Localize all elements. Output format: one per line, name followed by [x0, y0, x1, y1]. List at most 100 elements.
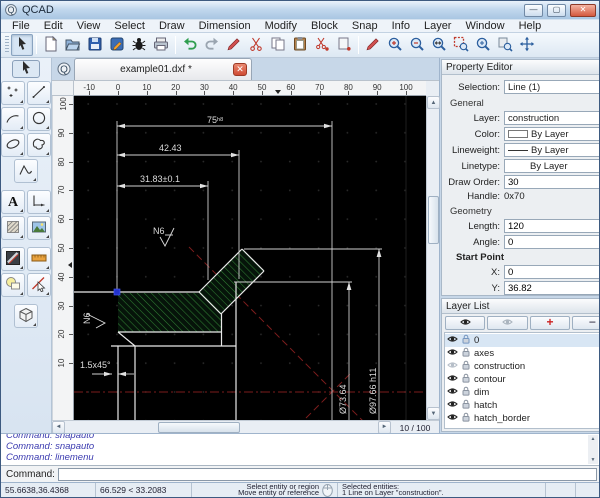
layer-row-0[interactable]: 0 — [445, 334, 599, 347]
command-input[interactable] — [57, 467, 597, 481]
remove-layer-button[interactable]: − — [572, 316, 599, 330]
paste-button[interactable] — [289, 34, 311, 56]
spline-tool-button[interactable] — [27, 133, 51, 157]
menu-snap[interactable]: Snap — [345, 20, 385, 33]
history-scrollbar[interactable]: ▲ ▼ — [588, 435, 598, 464]
ellipse-tool-button[interactable] — [1, 133, 25, 157]
lineweight-select[interactable]: By Layer — [504, 143, 599, 157]
pen-button[interactable] — [223, 34, 245, 56]
dimension-tool-button[interactable] — [27, 190, 51, 214]
redo-button[interactable] — [201, 34, 223, 56]
show-all-layers-button[interactable] — [445, 316, 486, 330]
menu-dimension[interactable]: Dimension — [192, 20, 258, 33]
scroll-down-icon[interactable]: ▼ — [591, 457, 596, 463]
start-y-input[interactable] — [504, 281, 599, 295]
layer-row-contour[interactable]: contour — [445, 373, 599, 386]
drawing-canvas[interactable]: 75h8 42.43 31.83±0.1 1.5x45° Ø73.64 Ø97.… — [74, 96, 426, 420]
menu-modify[interactable]: Modify — [258, 20, 304, 33]
new-file-button[interactable] — [40, 34, 62, 56]
zoom-out-alt-button[interactable] — [472, 34, 494, 56]
zoom-in-button[interactable] — [384, 34, 406, 56]
start-x-input[interactable] — [504, 265, 599, 279]
minimize-button[interactable]: — — [524, 3, 543, 17]
scroll-down-icon[interactable]: ▼ — [427, 407, 440, 420]
select-pointer-button[interactable] — [11, 34, 33, 56]
selected-point-marker[interactable] — [113, 288, 121, 296]
eye-icon[interactable] — [447, 347, 458, 360]
scroll-up-icon[interactable]: ▲ — [591, 436, 596, 442]
lock-icon[interactable] — [461, 334, 471, 347]
lock-icon[interactable] — [461, 412, 471, 425]
zoom-auto-button[interactable] — [428, 34, 450, 56]
select-pointer-tool[interactable] — [12, 60, 40, 78]
hatch-tool-button[interactable] — [1, 216, 25, 240]
layer-row-axes[interactable]: axes — [445, 347, 599, 360]
lock-icon[interactable] — [461, 360, 471, 373]
polyline-tool-button[interactable] — [14, 159, 38, 183]
maximize-button[interactable]: ▢ — [547, 3, 566, 17]
lock-icon[interactable] — [461, 373, 471, 386]
print-button[interactable] — [150, 34, 172, 56]
text-tool-button[interactable]: A — [1, 190, 25, 214]
save-file-button[interactable] — [84, 34, 106, 56]
vscroll-thumb[interactable] — [428, 196, 439, 244]
eye-icon[interactable] — [447, 386, 458, 399]
menu-file[interactable]: File — [5, 20, 37, 33]
toolbar-grip[interactable] — [5, 36, 9, 54]
circle-tool-button[interactable] — [27, 107, 51, 131]
layer-select[interactable]: construction — [504, 111, 599, 125]
scroll-right-icon[interactable]: ► — [378, 420, 391, 434]
drawing-preferences-button[interactable] — [106, 34, 128, 56]
zoom-previous-button[interactable] — [494, 34, 516, 56]
menu-view[interactable]: View — [70, 20, 108, 33]
zoom-out-button[interactable] — [406, 34, 428, 56]
scroll-left-icon[interactable]: ◄ — [52, 420, 65, 434]
tab-close-icon[interactable]: ✕ — [233, 63, 247, 76]
open-file-button[interactable] — [62, 34, 84, 56]
menu-info[interactable]: Info — [385, 20, 417, 33]
linetype-select[interactable]: By Layer — [504, 159, 599, 173]
color-select[interactable]: By Layer — [504, 127, 599, 141]
menu-edit[interactable]: Edit — [37, 20, 70, 33]
menu-block[interactable]: Block — [304, 20, 345, 33]
eye-icon[interactable] — [447, 399, 458, 412]
lock-icon[interactable] — [461, 347, 471, 360]
draw-pen-button[interactable] — [362, 34, 384, 56]
cut-reference-button[interactable] — [311, 34, 333, 56]
menu-layer[interactable]: Layer — [417, 20, 459, 33]
tab-example01[interactable]: example01.dxf * ✕ — [74, 58, 252, 80]
ruler-tool-button[interactable] — [27, 247, 51, 271]
add-layer-button[interactable]: + — [529, 316, 571, 330]
layer-row-hatch[interactable]: hatch — [445, 399, 599, 412]
arc-tool-button[interactable] — [1, 107, 25, 131]
copy-button[interactable] — [267, 34, 289, 56]
scroll-up-icon[interactable]: ▲ — [427, 96, 440, 109]
hide-all-layers-button[interactable] — [487, 316, 528, 330]
bug-button[interactable] — [128, 34, 150, 56]
menu-draw[interactable]: Draw — [152, 20, 192, 33]
cut-button[interactable] — [245, 34, 267, 56]
image-tool-button[interactable] — [27, 216, 51, 240]
draw-order-input[interactable] — [504, 175, 599, 189]
line-tool-button[interactable] — [27, 81, 51, 105]
undo-button[interactable] — [179, 34, 201, 56]
vertical-scrollbar[interactable]: ▲ ▼ — [426, 96, 440, 420]
point-tool-button[interactable] — [1, 81, 25, 105]
layer-row-dim[interactable]: dim — [445, 386, 599, 399]
measure-tool-button[interactable] — [1, 247, 25, 271]
eye-icon[interactable] — [447, 334, 458, 347]
close-button[interactable]: ✕ — [570, 3, 596, 17]
menu-window[interactable]: Window — [458, 20, 511, 33]
selection-select[interactable]: Line (1) — [504, 80, 599, 94]
menu-select[interactable]: Select — [107, 20, 152, 33]
lock-icon[interactable] — [461, 386, 471, 399]
menu-help[interactable]: Help — [512, 20, 549, 33]
pan-button[interactable] — [516, 34, 538, 56]
layer-row-construction[interactable]: construction — [445, 360, 599, 373]
length-input[interactable] — [504, 219, 599, 233]
lock-icon[interactable] — [461, 399, 471, 412]
zoom-window-button[interactable] — [450, 34, 472, 56]
eye-icon[interactable] — [447, 412, 458, 425]
eye-icon[interactable] — [447, 373, 458, 386]
solid-tool-button[interactable] — [14, 304, 38, 328]
